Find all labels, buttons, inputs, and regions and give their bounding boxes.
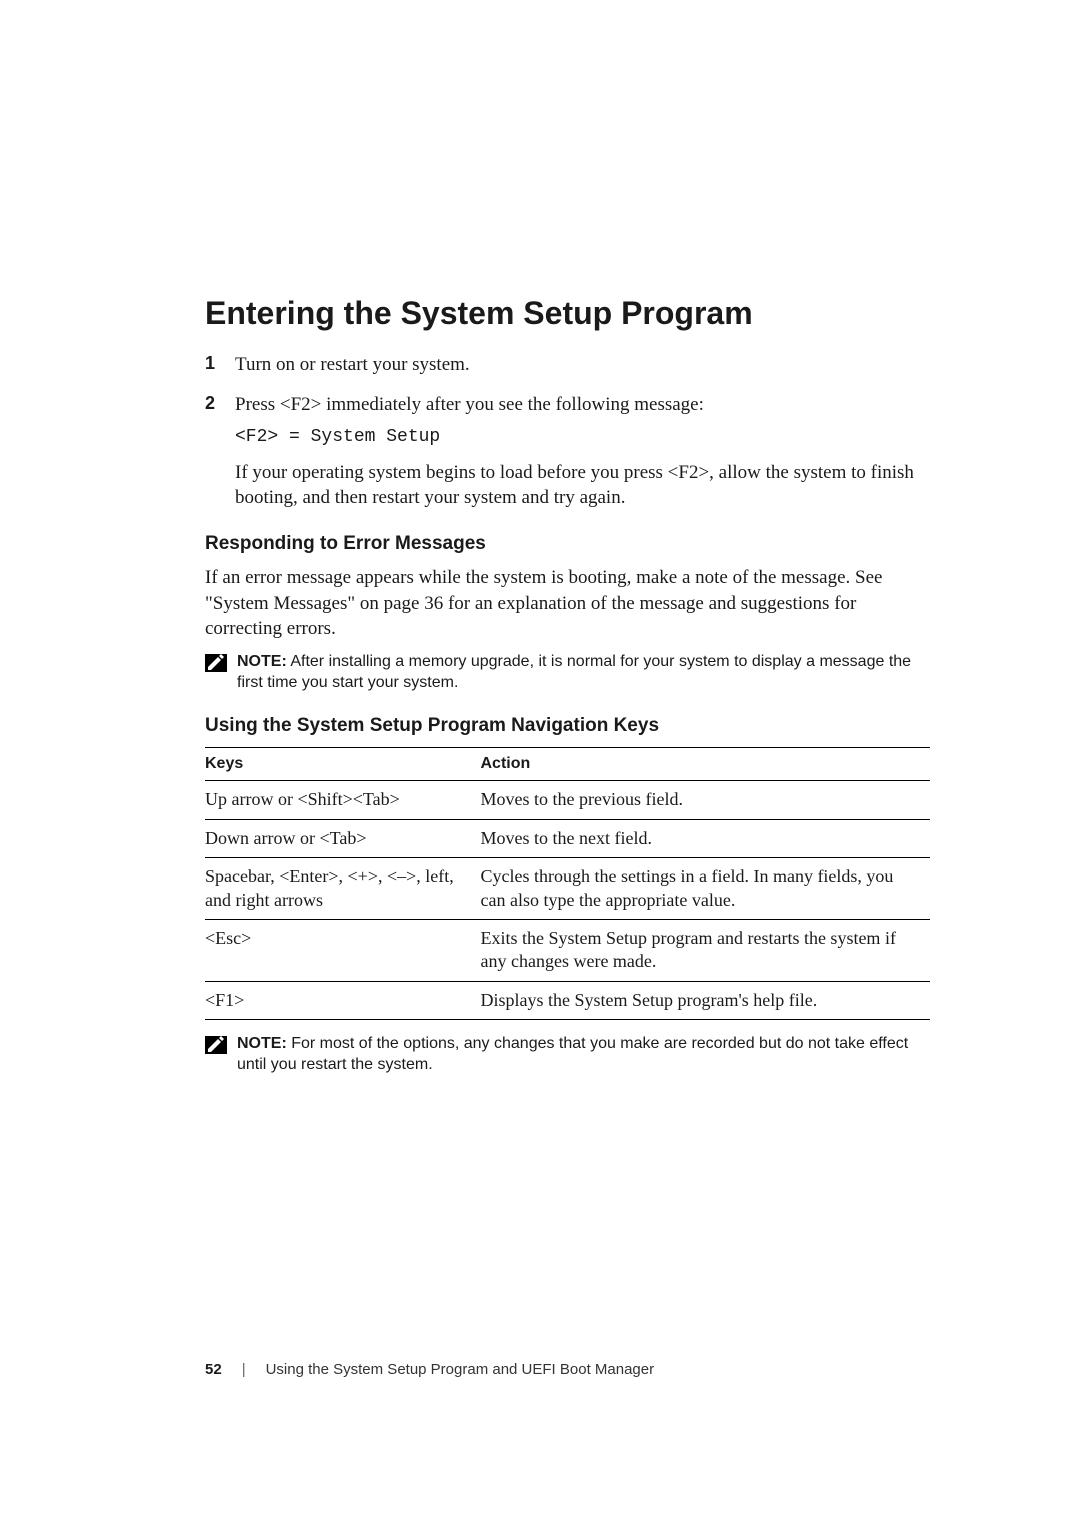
- table-header-action: Action: [481, 748, 931, 781]
- note-text: NOTE: After installing a memory upgrade,…: [237, 652, 930, 694]
- code-line: <F2> = System Setup: [235, 425, 930, 449]
- note-content: For most of the options, any changes tha…: [237, 1035, 908, 1073]
- footer-chapter-title: Using the System Setup Program and UEFI …: [266, 1361, 655, 1378]
- pencil-note-icon: [205, 1034, 237, 1054]
- note-label: NOTE:: [237, 1035, 287, 1052]
- footer-separator: |: [242, 1361, 246, 1378]
- cell-keys: Down arrow or <Tab>: [205, 819, 481, 857]
- note-text: NOTE: For most of the options, any chang…: [237, 1034, 930, 1076]
- table-header-keys: Keys: [205, 748, 481, 781]
- step-text: Press <F2> immediately after you see the…: [235, 394, 704, 415]
- page-footer: 52 | Using the System Setup Program and …: [205, 1361, 654, 1378]
- step-number: 1: [205, 352, 235, 378]
- table-row: <F1> Displays the System Setup program's…: [205, 981, 930, 1019]
- body-paragraph: If an error message appears while the sy…: [205, 565, 930, 642]
- cell-action: Moves to the previous field.: [481, 781, 931, 819]
- cell-action: Displays the System Setup program's help…: [481, 981, 931, 1019]
- table-row: Spacebar, <Enter>, <+>, <–>, left, and r…: [205, 858, 930, 920]
- step-text: Turn on or restart your system.: [235, 352, 930, 378]
- cell-keys: Up arrow or <Shift><Tab>: [205, 781, 481, 819]
- step-item: 1 Turn on or restart your system.: [205, 352, 930, 378]
- cell-keys: Spacebar, <Enter>, <+>, <–>, left, and r…: [205, 858, 481, 920]
- cell-keys: <Esc>: [205, 919, 481, 981]
- cell-action: Exits the System Setup program and resta…: [481, 919, 931, 981]
- document-page: Entering the System Setup Program 1 Turn…: [0, 0, 1080, 1076]
- cell-action: Cycles through the settings in a field. …: [481, 858, 931, 920]
- section-heading: Responding to Error Messages: [205, 533, 930, 555]
- table-row: Up arrow or <Shift><Tab> Moves to the pr…: [205, 781, 930, 819]
- note-content: After installing a memory upgrade, it is…: [237, 653, 911, 691]
- note-label: NOTE:: [237, 653, 287, 670]
- cell-keys: <F1>: [205, 981, 481, 1019]
- pencil-note-icon: [205, 652, 237, 672]
- step-item: 2 Press <F2> immediately after you see t…: [205, 392, 930, 511]
- step-number: 2: [205, 392, 235, 511]
- note-block: NOTE: After installing a memory upgrade,…: [205, 652, 930, 694]
- page-number: 52: [205, 1361, 222, 1378]
- navigation-keys-table: Keys Action Up arrow or <Shift><Tab> Mov…: [205, 747, 930, 1020]
- cell-action: Moves to the next field.: [481, 819, 931, 857]
- note-block: NOTE: For most of the options, any chang…: [205, 1034, 930, 1076]
- table-row: <Esc> Exits the System Setup program and…: [205, 919, 930, 981]
- table-row: Down arrow or <Tab> Moves to the next fi…: [205, 819, 930, 857]
- page-title: Entering the System Setup Program: [205, 295, 930, 332]
- section-heading: Using the System Setup Program Navigatio…: [205, 715, 930, 737]
- step-continuation: If your operating system begins to load …: [235, 460, 930, 511]
- step-body: Press <F2> immediately after you see the…: [235, 392, 930, 511]
